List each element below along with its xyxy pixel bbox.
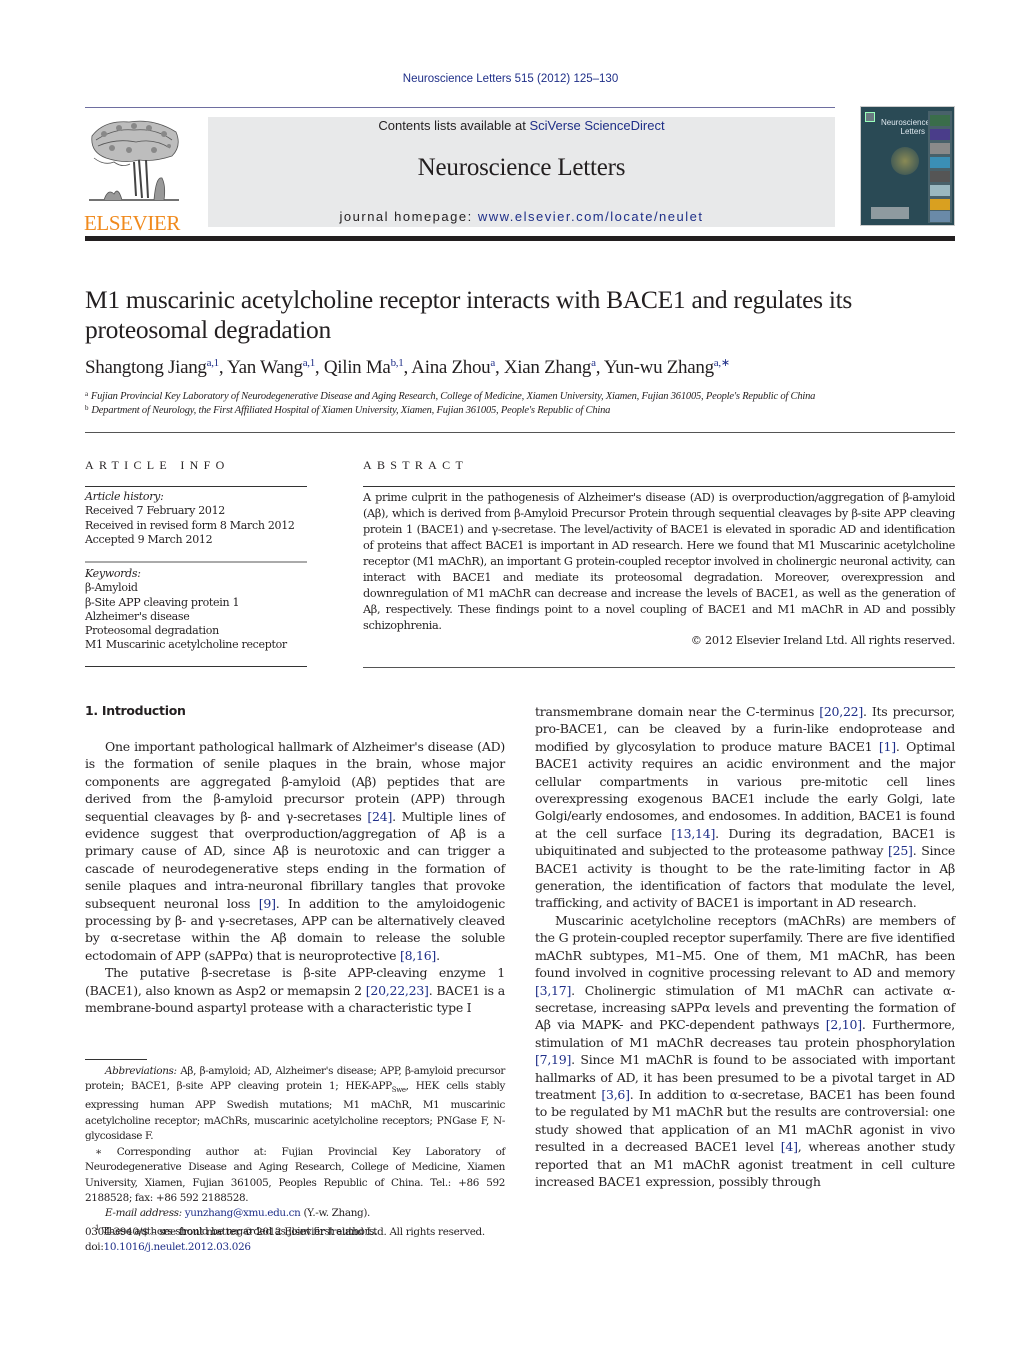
legal-notice: 0304-3940/$ – see front matter © 2012 El… [85,1225,505,1255]
citation-link[interactable]: [3,17] [535,983,571,998]
cover-thumbnail [930,211,950,222]
cover-thumbnail [930,129,950,140]
citation-link[interactable]: [9] [259,896,276,911]
citation-link[interactable]: [20,22,23] [366,983,429,998]
journal-cover-image[interactable]: Neuroscience Letters [860,106,955,226]
cover-thumbnail [930,199,950,210]
author-affiliation-mark[interactable]: b,1 [391,357,404,369]
author-affiliation-mark[interactable]: a,1 [303,357,316,369]
cover-thumbnail [930,185,950,196]
section-heading-introduction: 1. Introduction [85,703,186,718]
publisher-wordmark: ELSEVIER [84,211,180,235]
citation-link[interactable]: [2,10] [826,1017,862,1032]
keywords: Keywords: β-Amyloid β-Site APP cleaving … [85,567,310,653]
author-name[interactable]: Yun-wu Zhang [604,357,714,378]
contents-availability: Contents lists available at SciVerse Sci… [378,118,665,133]
body-right-column: transmembrane domain near the C-terminus… [535,703,955,1190]
cover-thumbnail [930,143,950,154]
author-name[interactable]: Yan Wang [227,357,303,378]
section-divider [85,432,955,433]
history-revised: Received in revised form 8 March 2012 [85,518,295,532]
paragraph-text: . [436,947,440,963]
abstract-text: A prime culprit in the pathogenesis of A… [363,491,955,632]
article-history: Article history: Received 7 February 201… [85,490,310,547]
author-separator: , [494,357,504,378]
author-name[interactable]: Qilin Ma [324,357,391,378]
journal-reference[interactable]: Neuroscience Letters 515 (2012) 125–130 [0,73,1021,85]
body-paragraph: The putative β-secretase is β-site APP-c… [85,964,505,1016]
author-separator: , [314,357,324,378]
author-name[interactable]: Aina Zhou [411,357,490,378]
abstract-bottom-rule [363,667,955,668]
author-affiliation-mark[interactable]: a,1 [207,357,220,369]
elsevier-logo[interactable]: ELSEVIER [84,116,186,235]
keyword: β-Amyloid [85,581,138,595]
cover-label-box [871,207,909,219]
citation-link[interactable]: [8,16] [400,948,436,963]
body-paragraph: One important pathological hallmark of A… [85,738,505,964]
doi-line: doi:10.1016/j.neulet.2012.03.026 [85,1241,251,1253]
journal-homepage-link[interactable]: www.elsevier.com/locate/neulet [478,209,704,224]
article-info-heading: ARTICLE INFO [85,458,230,472]
abstract-rule [363,486,955,487]
article-info-rule [85,486,307,487]
paragraph-text: Muscarinic acetylcholine receptors (mACh… [535,912,955,981]
body-paragraph: transmembrane domain near the C-terminus… [535,703,955,912]
keyword: Proteosomal degradation [85,624,219,638]
footnote-email: E-mail address: yunzhang@xmu.edu.cn (Y.-… [105,1206,371,1219]
body-left-column: One important pathological hallmark of A… [85,738,505,1017]
abstract-copyright: © 2012 Elsevier Ireland Ltd. All rights … [690,634,956,647]
article-info-rule [85,666,307,667]
author-name[interactable]: Xian Zhang [504,357,592,378]
footnote-abbreviations: Abbreviations: Aβ, β-amyloid; AD, Alzhei… [85,1064,505,1240]
journal-title: Neuroscience Letters [417,154,626,181]
header-thick-rule [85,236,955,241]
elsevier-tree-icon [89,120,179,201]
journal-homepage: journal homepage: www.elsevier.com/locat… [339,209,704,224]
cover-thumbnail [930,171,950,182]
email-link[interactable]: yunzhang@xmu.edu.cn [185,1207,301,1219]
body-paragraph: Muscarinic acetylcholine receptors (mACh… [535,912,955,1191]
keyword: Alzheimer's disease [85,609,190,623]
citation-link[interactable]: [24] [367,809,392,824]
cover-title: Neuroscience Letters [881,118,930,136]
citation-link[interactable]: [1] [879,739,896,754]
issn-line: 0304-3940/$ – see front matter © 2012 El… [85,1226,485,1238]
citation-link[interactable]: [25] [888,843,913,858]
sciencedirect-link[interactable]: SciVerse ScienceDirect [529,118,664,133]
author-separator: , [595,357,604,378]
keyword: M1 Muscarinic acetylcholine receptor [85,638,287,652]
citation-link[interactable]: [13,14] [671,826,715,841]
history-accepted: Accepted 9 March 2012 [85,532,213,546]
author-affiliation-mark[interactable]: a,∗ [714,357,730,369]
cover-neuron-image [891,147,919,175]
cover-thumbnail [930,115,950,126]
affiliation-a: a Fujian Provincial Key Laboratory of Neu… [85,390,816,402]
header-rule [85,107,835,108]
paragraph-text: transmembrane domain near the C-terminus [535,704,820,719]
citation-link[interactable]: [7,19] [535,1052,571,1067]
article-info-rule [85,561,307,563]
history-received: Received 7 February 2012 [85,504,225,518]
journal-banner: Contents lists available at SciVerse Sci… [208,117,835,227]
footnote-corresponding: ∗ Corresponding author at: Fujian Provin… [85,1146,505,1204]
abstract-heading: ABSTRACT [363,458,469,472]
cover-badge-icon [865,112,875,122]
affiliation-b: b Department of Neurology, the First Affi… [85,404,611,416]
keyword: β-Site APP cleaving protein 1 [85,595,240,609]
author-list: Shangtong Jianga,1, Yan Wanga,1, Qilin M… [85,356,965,379]
article-title: M1 muscarinic acetylcholine receptor int… [85,285,853,344]
citation-link[interactable]: [3,6] [601,1087,630,1102]
citation-link[interactable]: [20,22] [819,704,863,719]
author-name[interactable]: Shangtong Jiang [85,357,207,378]
cover-thumbnail [930,157,950,168]
author-separator: , [218,357,228,378]
footnote-rule [85,1059,147,1060]
doi-link[interactable]: 10.1016/j.neulet.2012.03.026 [104,1241,251,1253]
citation-link[interactable]: [4] [781,1139,798,1154]
